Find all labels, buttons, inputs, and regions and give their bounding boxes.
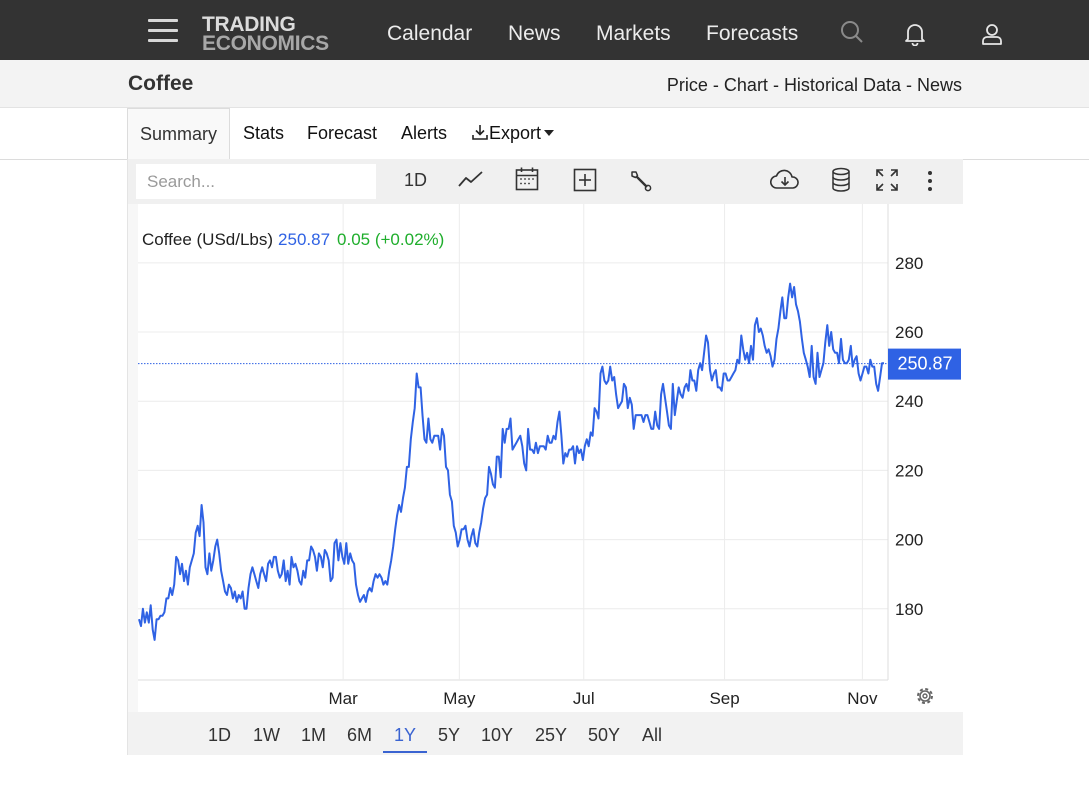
last-price-label: 250.87 bbox=[897, 354, 952, 374]
chart-widget: 1D MarMayJulSepNov 18020022024026 bbox=[127, 159, 963, 755]
search-icon[interactable] bbox=[840, 20, 864, 49]
settings-icon[interactable] bbox=[917, 688, 933, 704]
header-link-historical-data[interactable]: Historical Data bbox=[784, 75, 901, 95]
price-series-line bbox=[138, 282, 884, 641]
nav-link-markets[interactable]: Markets bbox=[596, 22, 671, 46]
nav-link-forecasts[interactable]: Forecasts bbox=[706, 22, 798, 46]
separator: - bbox=[772, 75, 779, 95]
header-link-news[interactable]: News bbox=[917, 75, 962, 95]
range-button-50y[interactable]: 50Y bbox=[588, 725, 620, 751]
more-vertical-icon[interactable] bbox=[926, 169, 934, 198]
interval-button[interactable]: 1D bbox=[404, 170, 427, 191]
chart-legend: Coffee (USd/Lbs) 250.87 0.05 (+0.02%) bbox=[142, 230, 444, 249]
x-tick-label: Sep bbox=[709, 689, 739, 708]
tab-stats[interactable]: Stats bbox=[243, 108, 284, 160]
chart-toolbar: 1D bbox=[128, 159, 963, 204]
nav-link-calendar[interactable]: Calendar bbox=[387, 22, 472, 46]
tab-alerts[interactable]: Alerts bbox=[401, 108, 447, 160]
user-icon[interactable] bbox=[980, 22, 1004, 51]
range-button-1m[interactable]: 1M bbox=[301, 725, 326, 751]
range-button-1w[interactable]: 1W bbox=[253, 725, 280, 751]
y-tick-label: 280 bbox=[895, 254, 923, 273]
top-navigation-bar: TRADING ECONOMICS Calendar News Markets … bbox=[0, 0, 1089, 60]
y-tick-label: 260 bbox=[895, 323, 923, 342]
tab-summary[interactable]: Summary bbox=[127, 108, 231, 161]
header-link-chart[interactable]: Chart bbox=[724, 75, 768, 95]
tab-bar: Summary Stats Forecast Alerts Export bbox=[0, 108, 1089, 161]
line-chart-icon[interactable] bbox=[458, 169, 484, 196]
page-title: Coffee bbox=[128, 72, 194, 95]
tab-export-label: Export bbox=[489, 123, 542, 143]
cloud-download-icon[interactable] bbox=[769, 168, 800, 197]
tab-forecast[interactable]: Forecast bbox=[307, 108, 377, 160]
range-button-10y[interactable]: 10Y bbox=[481, 725, 513, 751]
title-bar: Coffee Price - Chart - Historical Data - News bbox=[0, 60, 1089, 108]
range-selector: 1D 1W 1M 6M 1Y 5Y 10Y 25Y 50Y All bbox=[128, 712, 963, 755]
range-button-6m[interactable]: 6M bbox=[347, 725, 372, 751]
legend-change: 0.05 (+0.02%) bbox=[337, 230, 444, 249]
y-tick-label: 180 bbox=[895, 600, 923, 619]
separator: - bbox=[905, 75, 912, 95]
y-tick-label: 240 bbox=[895, 392, 923, 411]
trading-economics-logo[interactable]: TRADING ECONOMICS bbox=[202, 14, 329, 55]
download-icon bbox=[472, 125, 488, 140]
range-button-all[interactable]: All bbox=[642, 725, 662, 751]
range-button-25y[interactable]: 25Y bbox=[535, 725, 567, 751]
legend-name: Coffee (USd/Lbs) bbox=[142, 230, 273, 249]
breadcrumb: Price - Chart - Historical Data - News bbox=[667, 75, 962, 96]
y-axis-ticks: 180 200 220 240 260 280 bbox=[895, 254, 923, 619]
fullscreen-icon[interactable] bbox=[875, 168, 899, 197]
range-button-1d[interactable]: 1D bbox=[208, 725, 231, 751]
y-tick-label: 200 bbox=[895, 531, 923, 550]
database-icon[interactable] bbox=[831, 167, 851, 198]
chart-plot-area[interactable]: Mar May Jul Sep Nov 180 200 220 240 260 280 250.8… bbox=[138, 204, 963, 712]
legend-price: 250.87 bbox=[278, 230, 330, 249]
y-tick-label: 220 bbox=[895, 461, 923, 480]
tab-export[interactable]: Export bbox=[471, 108, 555, 160]
x-tick-label: Jul bbox=[573, 689, 595, 708]
range-button-1y[interactable]: 1Y bbox=[383, 725, 428, 753]
x-tick-label: Nov bbox=[847, 689, 878, 708]
logo-line2: ECONOMICS bbox=[202, 32, 329, 55]
bell-icon[interactable] bbox=[904, 22, 926, 51]
x-axis-ticks: Mar May Jul Sep Nov bbox=[328, 689, 878, 708]
add-compare-icon[interactable] bbox=[573, 168, 597, 197]
price-chart[interactable]: Mar May Jul Sep Nov 180 200 220 240 260 280 250.8… bbox=[138, 204, 963, 712]
nav-link-news[interactable]: News bbox=[508, 22, 561, 46]
x-tick-label: May bbox=[443, 689, 476, 708]
wrench-icon[interactable] bbox=[629, 169, 653, 198]
search-input[interactable] bbox=[136, 164, 376, 199]
x-tick-label: Mar bbox=[328, 689, 358, 708]
chevron-down-icon bbox=[544, 129, 555, 136]
menu-icon[interactable] bbox=[148, 19, 178, 43]
separator: - bbox=[712, 75, 719, 95]
range-button-5y[interactable]: 5Y bbox=[438, 725, 460, 751]
header-link-price[interactable]: Price bbox=[667, 75, 708, 95]
calendar-icon[interactable] bbox=[515, 166, 539, 197]
